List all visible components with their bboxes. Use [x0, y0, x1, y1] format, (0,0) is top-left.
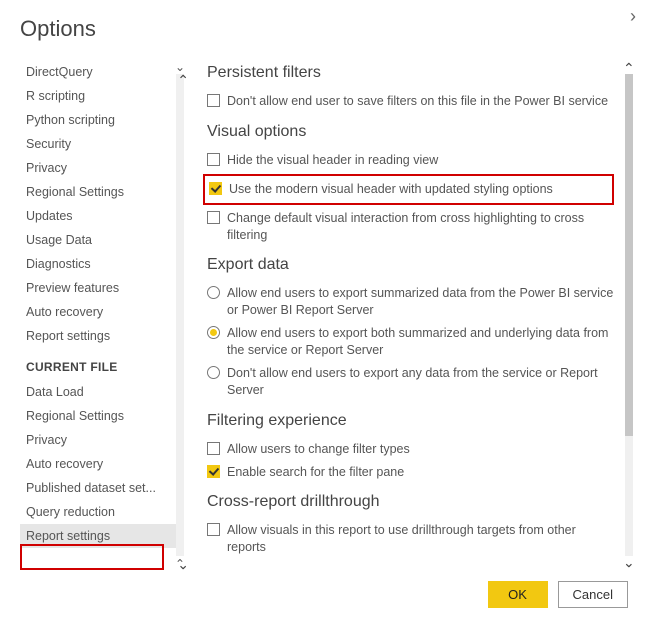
sidebar-section-header: CURRENT FILE [20, 348, 181, 380]
checkbox-icon[interactable] [207, 523, 220, 536]
sidebar-item-query-reduction[interactable]: Query reduction [20, 500, 181, 524]
section-visual-options: Visual options Hide the visual header in… [207, 123, 630, 247]
sidebar-item-file-privacy[interactable]: Privacy [20, 428, 181, 452]
radio-icon[interactable] [207, 366, 220, 379]
section-title-filtering: Filtering experience [207, 412, 630, 430]
close-chevron-icon[interactable]: › [630, 6, 636, 27]
sidebar-item-privacy[interactable]: Privacy [20, 156, 181, 180]
main-scrollbar[interactable]: ⌃ ⌃ [622, 60, 638, 570]
section-persistent-filters: Persistent filters Don't allow end user … [207, 64, 630, 113]
section-title-visual: Visual options [207, 123, 630, 141]
sidebar-item-file-regional[interactable]: Regional Settings [20, 404, 181, 428]
option-label: Change default visual interaction from c… [227, 210, 630, 244]
options-dialog: › Options DirectQuery R scripting Python… [0, 0, 650, 620]
sidebar-item-python-scripting[interactable]: Python scripting [20, 108, 181, 132]
option-label: Don't allow end user to save filters on … [227, 93, 630, 110]
dialog-title: Options [20, 16, 630, 42]
sidebar-item-data-load[interactable]: Data Load [20, 380, 181, 404]
main-scroll-thumb[interactable] [625, 74, 633, 436]
main-panel: Persistent filters Don't allow end user … [185, 60, 630, 570]
option-label: Allow end users to export both summarize… [227, 325, 630, 359]
cancel-button[interactable]: Cancel [558, 581, 628, 608]
highlight-modern-visual-header: Use the modern visual header with update… [203, 174, 614, 205]
radio-checked-icon[interactable] [207, 326, 220, 339]
sidebar-item-preview-features[interactable]: Preview features [20, 276, 181, 300]
option-export-summarized[interactable]: Allow end users to export summarized dat… [207, 282, 630, 322]
ok-button[interactable]: OK [488, 581, 548, 608]
option-label: Allow end users to export summarized dat… [227, 285, 630, 319]
option-change-default-interaction[interactable]: Change default visual interaction from c… [207, 207, 630, 247]
option-label: Don't allow end users to export any data… [227, 365, 630, 399]
sidebar-scroll-track[interactable] [176, 74, 184, 556]
option-label: Use the modern visual header with update… [229, 181, 608, 198]
radio-icon[interactable] [207, 286, 220, 299]
option-export-both[interactable]: Allow end users to export both summarize… [207, 322, 630, 362]
sidebar-item-file-auto-recovery[interactable]: Auto recovery [20, 452, 181, 476]
section-cross-report: Cross-report drillthrough Allow visuals … [207, 493, 630, 559]
option-label: Allow users to change filter types [227, 441, 630, 458]
sidebar-item-report-settings-global[interactable]: Report settings [20, 324, 181, 348]
sidebar-item-regional-settings[interactable]: Regional Settings [20, 180, 181, 204]
main-scroll-track[interactable] [625, 74, 633, 556]
sidebar-item-security[interactable]: Security [20, 132, 181, 156]
section-title-cross: Cross-report drillthrough [207, 493, 630, 511]
option-modern-visual-header[interactable]: Use the modern visual header with update… [209, 178, 608, 201]
sidebar-item-published-dataset[interactable]: Published dataset set... [20, 476, 181, 500]
option-label: Hide the visual header in reading view [227, 152, 630, 169]
sidebar-item-directquery[interactable]: DirectQuery [20, 60, 181, 84]
section-filtering-experience: Filtering experience Allow users to chan… [207, 412, 630, 484]
option-persistent-dont-allow[interactable]: Don't allow end user to save filters on … [207, 90, 630, 113]
sidebar-item-report-settings-file[interactable]: Report settings [20, 524, 181, 548]
option-export-none[interactable]: Don't allow end users to export any data… [207, 362, 630, 402]
sidebar-item-usage-data[interactable]: Usage Data [20, 228, 181, 252]
sidebar-item-updates[interactable]: Updates [20, 204, 181, 228]
section-export-data: Export data Allow end users to export su… [207, 256, 630, 401]
checkbox-checked-icon[interactable] [209, 182, 222, 195]
checkbox-icon[interactable] [207, 153, 220, 166]
option-change-filter-types[interactable]: Allow users to change filter types [207, 438, 630, 461]
option-cross-report-drillthrough[interactable]: Allow visuals in this report to use dril… [207, 519, 630, 559]
sidebar: DirectQuery R scripting Python scripting… [20, 60, 185, 570]
section-title-export: Export data [207, 256, 630, 274]
option-label: Enable search for the filter pane [227, 464, 630, 481]
option-label: Allow visuals in this report to use dril… [227, 522, 630, 556]
sidebar-list: DirectQuery R scripting Python scripting… [20, 60, 181, 570]
dialog-footer: OK Cancel [488, 581, 628, 608]
option-hide-visual-header[interactable]: Hide the visual header in reading view [207, 149, 630, 172]
checkbox-icon[interactable] [207, 211, 220, 224]
sidebar-item-diagnostics[interactable]: Diagnostics [20, 252, 181, 276]
checkbox-icon[interactable] [207, 442, 220, 455]
chevron-down-icon[interactable]: ⌃ [623, 553, 635, 570]
sidebar-item-auto-recovery[interactable]: Auto recovery [20, 300, 181, 324]
option-enable-filter-search[interactable]: Enable search for the filter pane [207, 461, 630, 484]
checkbox-checked-icon[interactable] [207, 465, 220, 478]
checkbox-icon[interactable] [207, 94, 220, 107]
sidebar-item-r-scripting[interactable]: R scripting [20, 84, 181, 108]
section-title-persistent: Persistent filters [207, 64, 630, 82]
dialog-content: DirectQuery R scripting Python scripting… [20, 60, 630, 570]
